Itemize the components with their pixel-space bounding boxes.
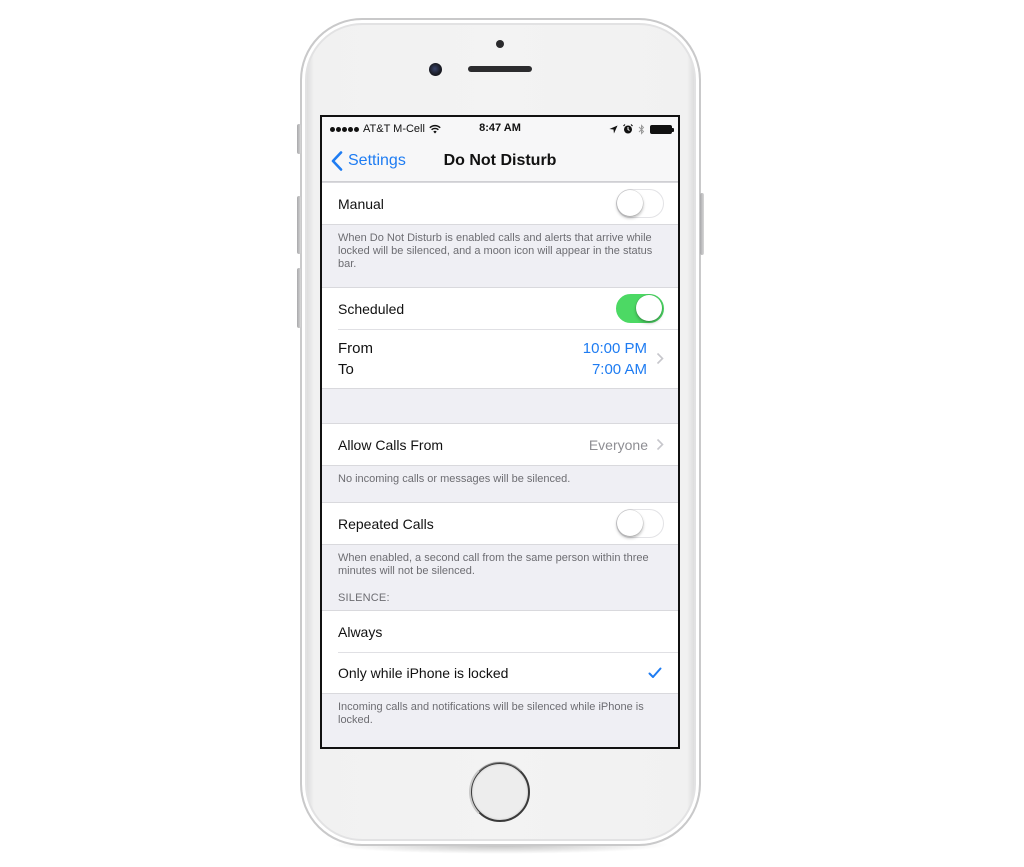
schedule-time-row[interactable]: From To 10:00 PM 7:00 AM: [322, 329, 678, 388]
battery-icon: [650, 124, 674, 134]
allow-calls-note: No incoming calls or messages will be si…: [338, 473, 571, 485]
allow-calls-from-value: Everyone: [588, 436, 648, 453]
from-label: From: [338, 339, 373, 357]
proximity-sensor: [496, 40, 504, 48]
wifi-icon: [429, 124, 441, 134]
volume-down-button[interactable]: [297, 268, 301, 328]
checkmark-icon: [648, 667, 662, 678]
navigation-bar: Settings Do Not Disturb: [322, 141, 678, 182]
back-button[interactable]: Settings: [322, 151, 406, 171]
chevron-left-icon: [331, 151, 343, 171]
silence-option-only-locked[interactable]: Only while iPhone is locked: [322, 652, 678, 693]
silence-option-always[interactable]: Always: [322, 611, 678, 652]
front-camera-icon: [429, 63, 442, 76]
volume-up-button[interactable]: [297, 196, 301, 254]
scheduled-label: Scheduled: [338, 300, 405, 317]
chevron-right-icon: [656, 438, 664, 451]
power-button[interactable]: [700, 193, 704, 255]
silence-option-label: Always: [338, 623, 383, 640]
bluetooth-icon: [638, 123, 645, 135]
repeated-calls-note: When enabled, a second call from the sam…: [338, 552, 649, 577]
scheduled-group: Scheduled From To 10:00 PM 7:00 AM: [322, 287, 678, 389]
silence-option-label: Only while iPhone is locked: [338, 664, 509, 681]
manual-note: When Do Not Disturb is enabled calls and…: [338, 232, 653, 270]
silence-section-header: SILENCE:: [338, 592, 390, 604]
allow-calls-group: Allow Calls From Everyone: [322, 423, 678, 466]
repeated-calls-row: Repeated Calls: [322, 503, 678, 544]
scheduled-toggle[interactable]: [616, 294, 664, 323]
phone-screen: AT&T M-Cell 8:47 AM Settings Do Not Dist…: [320, 115, 680, 749]
manual-toggle[interactable]: [616, 189, 664, 218]
from-time-value: 10:00 PM: [582, 339, 647, 357]
location-arrow-icon: [609, 124, 618, 134]
signal-strength-icon: [330, 126, 359, 132]
allow-calls-from-row[interactable]: Allow Calls From Everyone: [322, 424, 678, 465]
manual-label: Manual: [338, 195, 384, 212]
chevron-right-icon: [656, 352, 664, 365]
back-button-label: Settings: [348, 152, 406, 169]
silence-note: Incoming calls and notifications will be…: [338, 701, 644, 726]
carrier-name: AT&T M-Cell: [363, 123, 425, 135]
silence-group: Always Only while iPhone is locked: [322, 610, 678, 694]
earpiece-speaker: [468, 66, 532, 72]
to-label: To: [338, 360, 354, 378]
mute-switch[interactable]: [297, 124, 301, 154]
manual-group: Manual: [322, 182, 678, 225]
alarm-icon: [623, 124, 633, 134]
allow-calls-from-label: Allow Calls From: [338, 436, 444, 453]
to-time-value: 7:00 AM: [591, 360, 647, 378]
repeated-calls-group: Repeated Calls: [322, 502, 678, 545]
manual-row: Manual: [322, 183, 678, 224]
home-button[interactable]: [469, 761, 531, 823]
repeated-calls-toggle[interactable]: [616, 509, 664, 538]
scheduled-row: Scheduled: [322, 288, 678, 329]
repeated-calls-label: Repeated Calls: [338, 515, 434, 532]
status-bar: AT&T M-Cell 8:47 AM: [322, 117, 678, 141]
